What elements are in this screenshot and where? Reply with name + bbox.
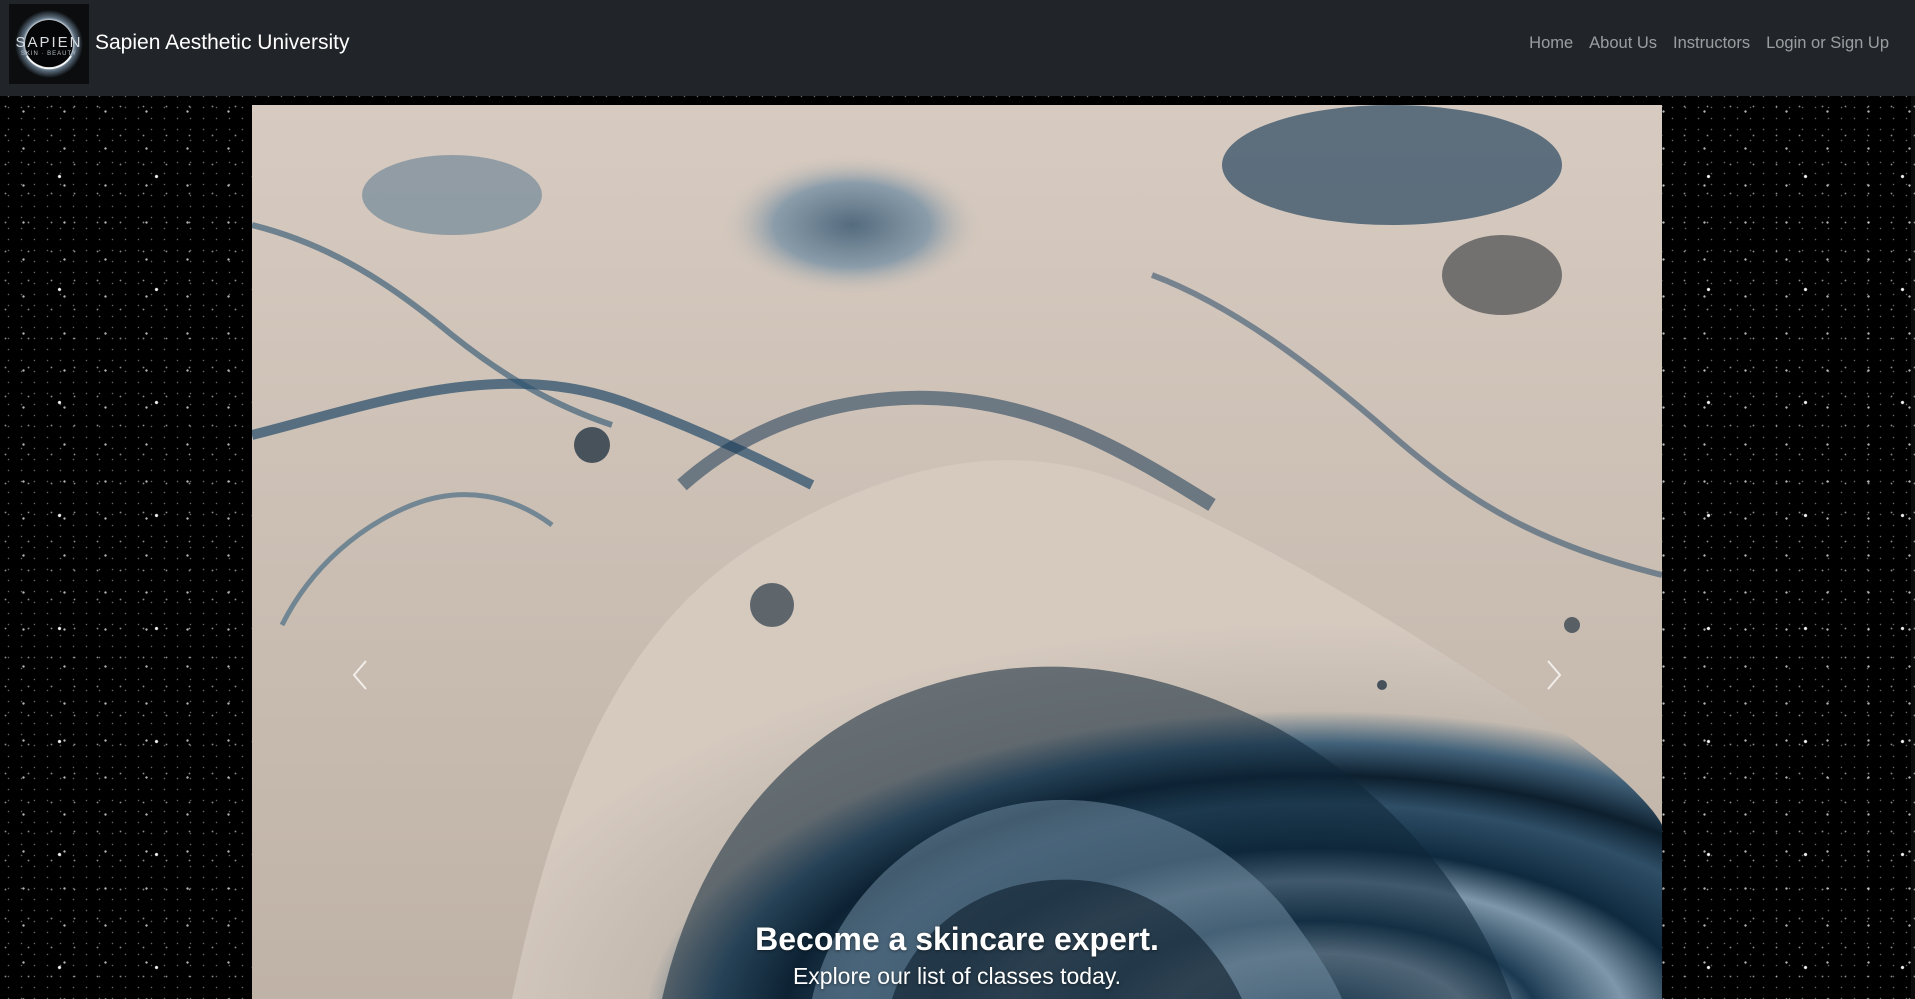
page-scrollbar[interactable]: [1911, 96, 1915, 999]
brand-title[interactable]: Sapien Aesthetic University: [95, 30, 349, 56]
top-navbar: SAPIEN SKIN · BEAUTY Sapien Aesthetic Un…: [0, 0, 1915, 96]
carousel-slide-image: [252, 105, 1662, 999]
logo-text: SAPIEN: [15, 34, 83, 51]
carousel-prev-button[interactable]: [342, 645, 382, 705]
nav-link-home[interactable]: Home: [1521, 31, 1581, 55]
chevron-left-icon: [352, 660, 367, 690]
brand-logo[interactable]: SAPIEN SKIN · BEAUTY: [9, 4, 89, 84]
caption-title: Become a skincare expert.: [755, 921, 1159, 957]
carousel-caption: Become a skincare expert. Explore our li…: [252, 919, 1662, 990]
nav-link-about-us[interactable]: About Us: [1581, 31, 1665, 55]
carousel-next-button[interactable]: [1532, 645, 1572, 705]
logo-subtext: SKIN · BEAUTY: [20, 51, 78, 57]
caption-subtitle: Explore our list of classes today.: [792, 963, 1122, 989]
hero-carousel: Become a skincare expert. Explore our li…: [252, 105, 1662, 999]
chevron-right-icon: [1547, 660, 1562, 690]
nav-link-login-signup[interactable]: Login or Sign Up: [1758, 31, 1897, 55]
nav-links: Home About Us Instructors Login or Sign …: [1521, 31, 1897, 55]
nav-link-instructors[interactable]: Instructors: [1665, 31, 1758, 55]
